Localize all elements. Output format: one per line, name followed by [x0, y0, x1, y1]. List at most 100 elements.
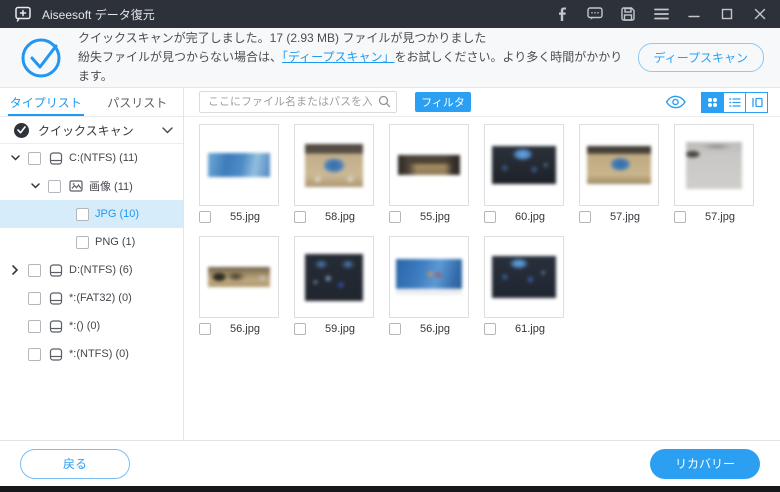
checkbox[interactable] — [199, 323, 211, 335]
tree-item-label: 画像 (11) — [89, 178, 133, 194]
file-card: 55.jpg — [199, 124, 279, 223]
checkbox[interactable] — [389, 211, 401, 223]
eye-icon[interactable] — [665, 95, 686, 109]
check-circle-icon — [20, 37, 62, 79]
sidebar: タイプリスト パスリスト クイックスキャン C:(NTFS) (11) — [0, 88, 184, 440]
checkbox[interactable] — [484, 323, 496, 335]
file-thumbnail[interactable] — [199, 124, 279, 206]
filter-button[interactable]: フィルタ — [415, 92, 471, 112]
checkbox[interactable] — [28, 264, 41, 277]
deep-scan-button[interactable]: ディープスキャン — [638, 43, 764, 72]
tab-type-list[interactable]: タイプリスト — [0, 88, 92, 116]
file-card: 61.jpg — [484, 236, 564, 335]
grid-view-icon[interactable] — [701, 92, 724, 113]
back-button[interactable]: 戻る — [20, 449, 130, 479]
file-thumbnail[interactable] — [579, 124, 659, 206]
thumbnail-image — [305, 144, 363, 187]
scan-check-icon — [14, 123, 29, 138]
deep-scan-link[interactable]: 「ディープスキャン」 — [282, 50, 394, 64]
search-input[interactable] — [199, 91, 397, 113]
facebook-icon[interactable] — [554, 6, 570, 22]
drive-icon — [47, 264, 64, 277]
checkbox[interactable] — [28, 320, 41, 333]
file-name: 60.jpg — [496, 211, 564, 223]
file-thumbnail[interactable] — [389, 236, 469, 318]
file-thumbnail[interactable] — [294, 124, 374, 206]
tree-item-fat32[interactable]: *:(FAT32) (0) — [0, 284, 183, 312]
checkbox[interactable] — [199, 211, 211, 223]
file-name: 58.jpg — [306, 211, 374, 223]
thumbnail-image — [208, 267, 270, 287]
file-card: 57.jpg — [674, 124, 754, 223]
recover-button[interactable]: リカバリー — [650, 449, 760, 479]
file-thumbnail[interactable] — [484, 124, 564, 206]
scan-result-line2: 紛失ファイルが見つからない場合は、「ディープスキャン」をお試しください。より多く… — [78, 48, 626, 86]
file-name: 59.jpg — [306, 323, 374, 335]
thumbnail-image — [492, 146, 556, 184]
checkbox[interactable] — [674, 211, 686, 223]
checkbox[interactable] — [76, 208, 89, 221]
scan-result-text: クイックスキャンが完了しました。17 (2.93 MB) ファイルが見つかりまし… — [78, 29, 626, 86]
file-name: 55.jpg — [211, 211, 279, 223]
tree-item-d-ntfs[interactable]: D:(NTFS) (6) — [0, 256, 183, 284]
checkbox[interactable] — [389, 323, 401, 335]
tree-item-jpg[interactable]: JPG (10) — [0, 200, 183, 228]
chevron-down-icon[interactable] — [28, 183, 42, 189]
thumbnail-image — [208, 153, 270, 177]
bottom-bar: 戻る リカバリー — [0, 440, 780, 486]
file-tree: C:(NTFS) (11) 画像 (11) JPG (10) PNG (1) — [0, 144, 183, 440]
chevron-down-icon[interactable] — [8, 155, 22, 161]
checkbox[interactable] — [48, 180, 61, 193]
minimize-button[interactable] — [686, 6, 702, 22]
checkbox[interactable] — [28, 292, 41, 305]
titlebar: Aiseesoft データ復元 — [0, 0, 780, 28]
thumbnail-image — [587, 146, 651, 184]
file-card: 56.jpg — [389, 236, 469, 335]
menu-icon[interactable] — [653, 6, 669, 22]
thumbnail-image — [398, 155, 460, 175]
titlebar-left: Aiseesoft データ復元 — [14, 6, 155, 23]
scan-result-line1: クイックスキャンが完了しました。17 (2.93 MB) ファイルが見つかりまし… — [78, 29, 626, 48]
main-panel: フィルタ — [184, 88, 780, 440]
tree-item-label: JPG (10) — [95, 208, 139, 220]
tree-item-c-ntfs[interactable]: C:(NTFS) (11) — [0, 144, 183, 172]
tree-item-label: C:(NTFS) (11) — [69, 152, 138, 164]
checkbox[interactable] — [294, 323, 306, 335]
file-thumbnail[interactable] — [674, 124, 754, 206]
tree-item-unknown[interactable]: *:() (0) — [0, 312, 183, 340]
checkbox[interactable] — [579, 211, 591, 223]
file-card: 55.jpg — [389, 124, 469, 223]
checkbox[interactable] — [28, 348, 41, 361]
checkbox[interactable] — [28, 152, 41, 165]
chevron-right-icon[interactable] — [8, 265, 22, 275]
file-name: 56.jpg — [401, 323, 469, 335]
save-icon[interactable] — [620, 6, 636, 22]
tree-item-label: D:(NTFS) (6) — [69, 264, 133, 276]
drive-icon — [47, 292, 64, 305]
checkbox[interactable] — [484, 211, 496, 223]
feedback-icon[interactable] — [587, 6, 603, 22]
file-thumbnail[interactable] — [294, 236, 374, 318]
tree-item-label: *:(NTFS) (0) — [69, 348, 129, 360]
thumbnail-image — [492, 256, 556, 298]
checkbox[interactable] — [294, 211, 306, 223]
tab-path-list[interactable]: パスリスト — [92, 88, 184, 116]
file-thumbnail[interactable] — [484, 236, 564, 318]
maximize-button[interactable] — [719, 6, 735, 22]
file-thumbnail[interactable] — [199, 236, 279, 318]
app-logo-icon — [14, 6, 32, 22]
tree-item-images[interactable]: 画像 (11) — [0, 172, 183, 200]
file-thumbnail[interactable] — [389, 124, 469, 206]
chevron-down-icon[interactable] — [162, 127, 173, 134]
app-title: Aiseesoft データ復元 — [42, 6, 155, 23]
tree-item-label: *:(FAT32) (0) — [69, 292, 132, 304]
drive-icon — [47, 320, 64, 333]
app-window: Aiseesoft データ復元 — [0, 0, 780, 492]
scan-mode-row[interactable]: クイックスキャン — [0, 117, 183, 144]
checkbox[interactable] — [76, 236, 89, 249]
close-button[interactable] — [752, 6, 768, 22]
list-view-icon[interactable] — [723, 92, 746, 113]
preview-view-icon[interactable] — [745, 92, 768, 113]
tree-item-png[interactable]: PNG (1) — [0, 228, 183, 256]
tree-item-ntfs2[interactable]: *:(NTFS) (0) — [0, 340, 183, 368]
